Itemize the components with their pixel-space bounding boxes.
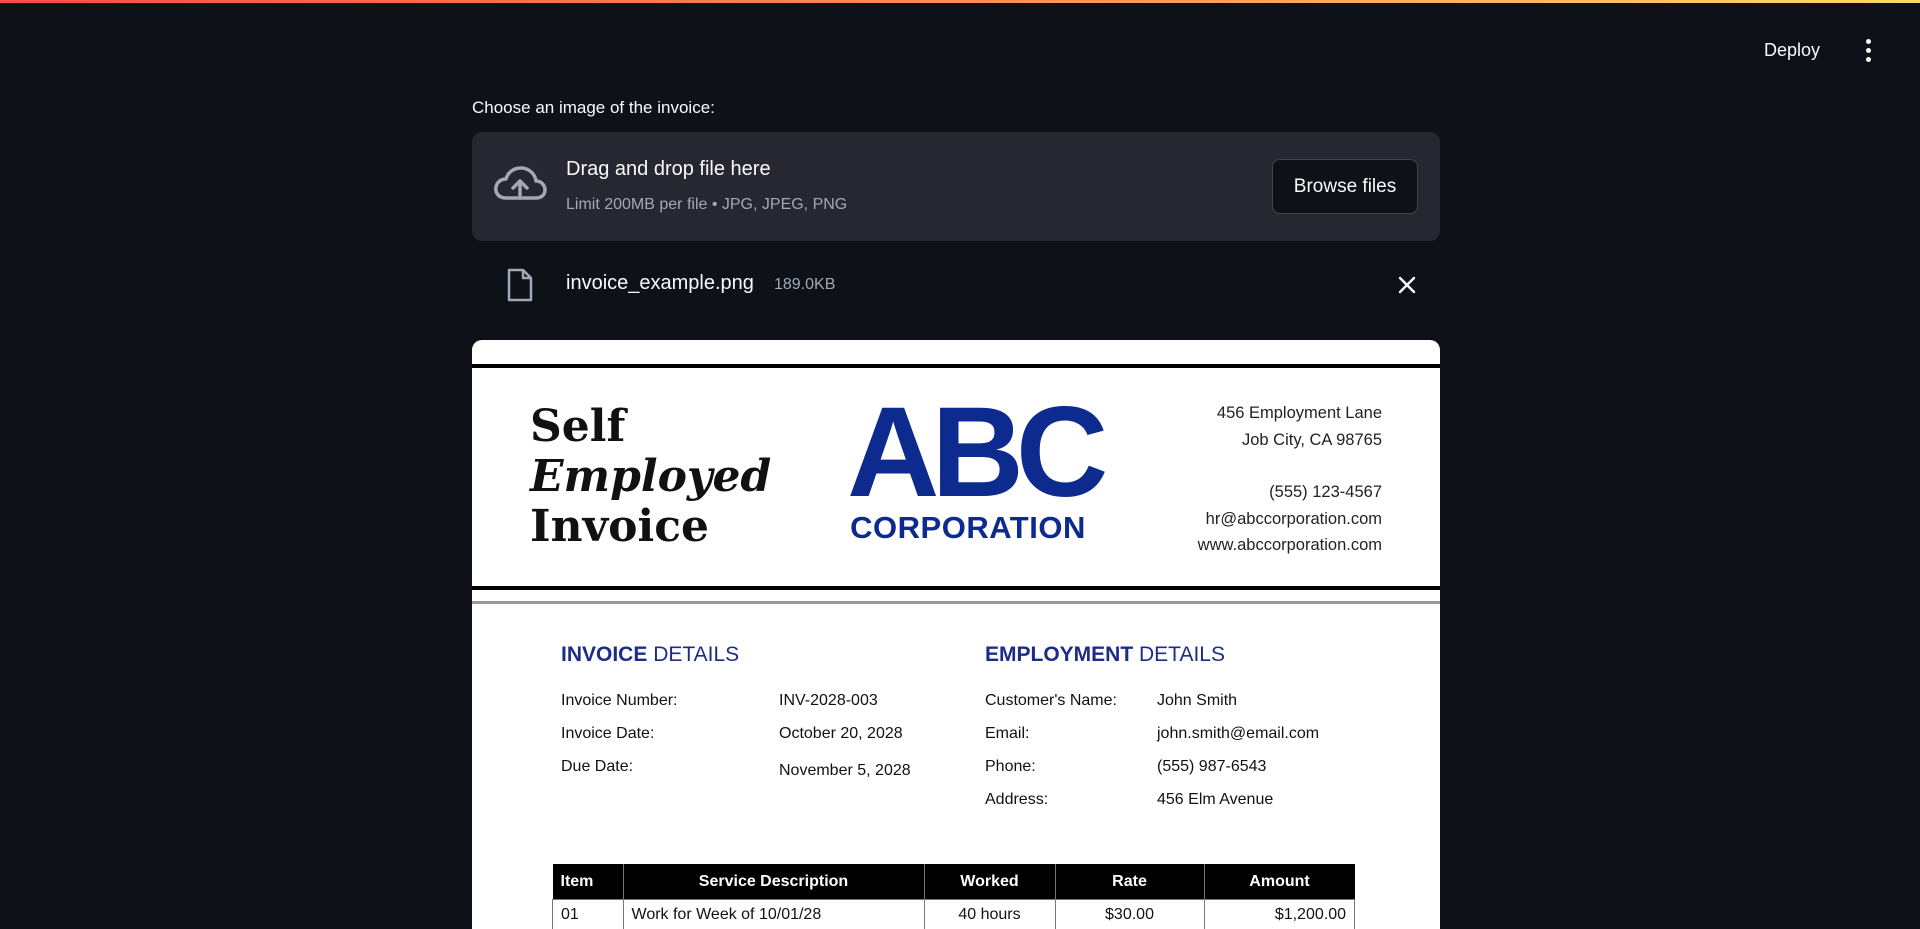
invoice-number-label: Invoice Number: bbox=[561, 692, 678, 709]
invoice-title: Self Employed Invoice bbox=[530, 401, 772, 552]
mid-rule bbox=[472, 586, 1440, 590]
invoice-date-label: Invoice Date: bbox=[561, 725, 655, 742]
table-row: 01 Work for Week of 10/01/28 40 hours $3… bbox=[552, 899, 1355, 929]
customer-name-value: John Smith bbox=[1157, 692, 1238, 709]
column-header: Worked bbox=[924, 864, 1056, 900]
file-dropzone[interactable]: Drag and drop file here Limit 200MB per … bbox=[472, 132, 1440, 241]
email-value: john.smith@email.com bbox=[1157, 725, 1320, 742]
table-cell: Work for Week of 10/01/28 bbox=[622, 899, 925, 929]
deploy-button[interactable]: Deploy bbox=[1754, 34, 1830, 67]
company-contact: 456 Employment Lane Job City, CA 98765 (… bbox=[1197, 404, 1382, 554]
column-header: Rate bbox=[1055, 864, 1205, 900]
customer-name-label: Customer's Name: bbox=[985, 692, 1117, 709]
browse-files-button[interactable]: Browse files bbox=[1272, 159, 1418, 214]
mid-rule-light bbox=[472, 601, 1440, 604]
dropzone-limit-text: Limit 200MB per file • JPG, JPEG, PNG bbox=[566, 196, 848, 213]
table-cell: $1,200.00 bbox=[1203, 899, 1355, 929]
column-header: Service Description bbox=[623, 864, 925, 900]
more-options-icon[interactable] bbox=[1856, 37, 1880, 65]
table-cell: 01 bbox=[552, 899, 624, 929]
column-header: Amount bbox=[1204, 864, 1355, 900]
employment-details-heading: EMPLOYMENT DETAILS bbox=[985, 643, 1225, 666]
abc-corporation-logo: ABC CORPORATION bbox=[847, 381, 1108, 546]
file-icon bbox=[507, 268, 533, 302]
table-cell: $30.00 bbox=[1054, 899, 1205, 929]
cloud-upload-icon bbox=[494, 166, 547, 200]
table-cell: 40 hours bbox=[923, 899, 1056, 929]
invoice-preview-image: Self Employed Invoice ABC CORPORATION 45… bbox=[472, 340, 1440, 929]
header-actions: Deploy bbox=[1754, 34, 1880, 67]
phone-value: (555) 987-6543 bbox=[1157, 758, 1267, 775]
invoice-details-heading: INVOICE DETAILS bbox=[561, 643, 740, 666]
remove-file-close-icon[interactable] bbox=[1396, 274, 1418, 296]
top-decoration-bar bbox=[0, 0, 1920, 3]
uploader-label: Choose an image of the invoice: bbox=[472, 98, 715, 117]
table-header-row: Item Service Description Worked Rate Amo… bbox=[552, 864, 1355, 900]
file-size: 189.0KB bbox=[774, 276, 836, 293]
top-rule bbox=[472, 364, 1440, 368]
address-label: Address: bbox=[985, 791, 1049, 808]
file-name: invoice_example.png bbox=[566, 272, 754, 294]
address-value: 456 Elm Avenue bbox=[1157, 791, 1274, 808]
invoice-date-value: October 20, 2028 bbox=[779, 725, 903, 742]
phone-label: Phone: bbox=[985, 758, 1036, 775]
email-label: Email: bbox=[985, 725, 1030, 742]
column-header: Item bbox=[552, 864, 624, 900]
invoice-items-table: Item Service Description Worked Rate Amo… bbox=[552, 864, 1355, 929]
due-date-value: November 5, 2028 bbox=[779, 762, 911, 779]
invoice-number-value: INV-2028-003 bbox=[779, 692, 878, 709]
dropzone-title: Drag and drop file here bbox=[566, 158, 771, 180]
due-date-label: Due Date: bbox=[561, 758, 634, 775]
uploaded-file-row: invoice_example.png 189.0KB bbox=[472, 264, 1440, 304]
